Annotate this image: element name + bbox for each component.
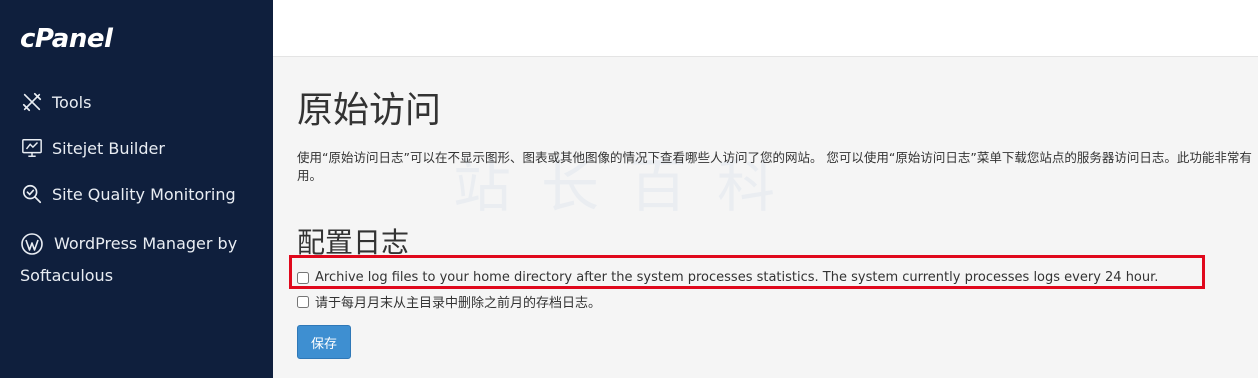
sidebar-item-sitejet-builder[interactable]: Sitejet Builder: [20, 136, 260, 160]
sidebar-item-label: Tools: [52, 92, 92, 112]
magnifier-check-icon: [20, 182, 44, 206]
top-bar: [273, 0, 1258, 57]
main-content: 站长百科 原始访问 使用“原始访问日志”可以在不显示图形、图表或其他图像的情况下…: [273, 57, 1258, 378]
sidebar-item-label: Site Quality Monitoring: [52, 184, 236, 204]
delete-archived-logs-checkbox[interactable]: [297, 295, 309, 308]
save-button[interactable]: 保存: [297, 325, 351, 359]
archive-logs-checkbox[interactable]: [297, 271, 309, 284]
page-description: 使用“原始访问日志”可以在不显示图形、图表或其他图像的情况下查看哪些人访问了您的…: [297, 150, 1252, 183]
cpanel-logo[interactable]: cPanel: [20, 24, 113, 54]
monitor-icon: [20, 136, 44, 160]
sidebar-item-label: Sitejet Builder: [52, 138, 165, 158]
delete-archived-logs-label: 请于每月月末从主目录中删除之前月的存档日志。: [315, 296, 602, 311]
page-title: 原始访问: [297, 90, 442, 131]
sidebar: cPanel Tools Sitejet Builder Site Qualit…: [0, 0, 273, 378]
delete-archived-logs-option[interactable]: 请于每月月末从主目录中删除之前月的存档日志。: [297, 292, 601, 311]
tools-icon: [20, 90, 44, 114]
wordpress-icon: [20, 232, 44, 256]
archive-logs-option[interactable]: Archive log files to your home directory…: [297, 270, 1158, 285]
archive-logs-label: Archive log files to your home directory…: [315, 270, 1159, 285]
sidebar-item-site-quality-monitoring[interactable]: Site Quality Monitoring: [20, 182, 260, 206]
sidebar-item-label-line2: Softaculous: [20, 266, 114, 285]
sidebar-item-tools[interactable]: Tools: [20, 90, 260, 114]
sidebar-item-label: WordPress Manager by: [54, 234, 238, 253]
sidebar-item-wordpress-manager[interactable]: WordPress Manager by Softaculous: [20, 228, 260, 292]
